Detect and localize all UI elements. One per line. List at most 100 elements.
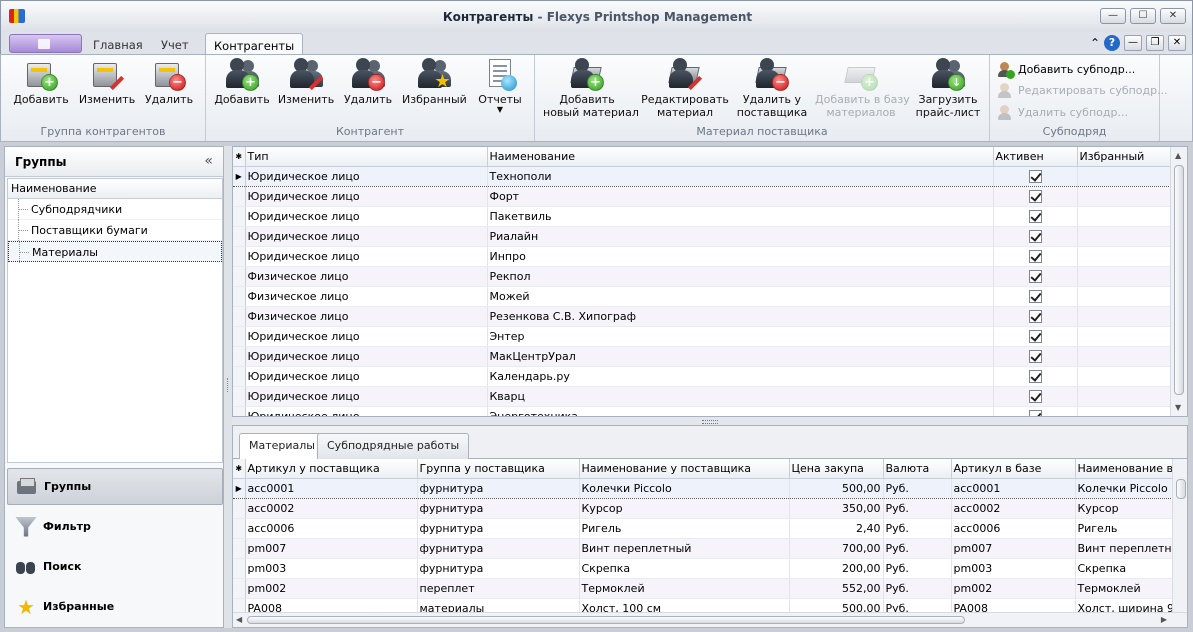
row-header[interactable] [233,226,246,247]
table-row[interactable]: acc0002 фурнитура Курсор 350,00 Руб. acc0002 К… [233,498,1187,519]
cell-supplier-group[interactable]: фурнитура [417,538,580,559]
cell-favorite[interactable] [1077,386,1172,407]
cell-name[interactable]: Рекпол [487,266,994,287]
table-row[interactable]: Юридическое лицо Календарь.ру [233,366,1172,387]
cell-type[interactable]: Юридическое лицо [245,386,488,407]
active-checkbox[interactable] [1028,249,1042,263]
cell-name[interactable]: Инпро [487,246,994,267]
materials-horizontal-scrollbar[interactable]: ◀ ▶ [233,612,1187,627]
minimize-button[interactable]: — [1100,8,1126,24]
row-header[interactable] [233,306,246,327]
cell-active[interactable] [993,165,1078,187]
cell-active[interactable] [993,286,1078,307]
edit-subcontract-button[interactable]: Редактировать субподр... [997,81,1168,99]
tab-contractors[interactable]: Контрагенты [205,33,304,56]
cell-name[interactable]: Энтер [487,326,994,347]
close-button[interactable]: ✕ [1160,8,1186,24]
row-header[interactable] [233,406,246,416]
cell-active[interactable] [993,306,1078,327]
row-header[interactable] [233,186,246,207]
cell-price[interactable]: 350,00 [789,498,884,519]
cell-supplier-name[interactable]: Колечки Piccolo [579,477,790,499]
column-header-active[interactable]: Активен [993,147,1078,167]
vertical-splitter[interactable] [224,146,232,628]
cell-type[interactable]: Физическое лицо [245,286,488,307]
row-header[interactable] [233,386,246,407]
column-header-supplier-article[interactable]: Артикул у поставщика [245,459,418,479]
cell-type[interactable]: Физическое лицо [245,266,488,287]
row-header[interactable] [233,246,246,267]
table-row[interactable]: Юридическое лицо Риалайн [233,226,1172,247]
cell-base-article[interactable]: acc0006 [951,518,1076,539]
add-subcontract-button[interactable]: Добавить субподр... [997,60,1135,79]
row-indicator-icon[interactable]: ▶ [233,165,246,187]
cell-supplier-article[interactable]: pm003 [245,558,418,579]
delete-subcontract-button[interactable]: Удалить субподр... [997,103,1128,121]
row-header[interactable] [233,538,246,559]
cell-supplier-article[interactable]: pm002 [245,578,418,599]
cell-currency[interactable]: Руб. [883,538,952,559]
load-price-list-button[interactable]: ↓ Загрузить прайс-лист [915,57,981,119]
cell-favorite[interactable] [1077,206,1172,227]
cell-base-article[interactable]: pm007 [951,538,1076,559]
row-header[interactable] [233,558,246,579]
active-checkbox[interactable] [1028,329,1042,343]
reports-dropdown-button[interactable]: Отчеты ▼ [474,57,526,114]
table-row[interactable]: ▶ acc0001 фурнитура Колечки Piccolo 500,00 Ру… [233,477,1187,499]
add-new-material-button[interactable]: + Добавить новый материал [543,57,639,119]
cell-currency[interactable]: Руб. [883,498,952,519]
cell-favorite[interactable] [1077,246,1172,267]
cell-supplier-name[interactable]: Ригель [579,518,790,539]
cell-price[interactable]: 200,00 [789,558,884,579]
add-contractor-button[interactable]: + Добавить [212,57,272,106]
cell-type[interactable]: Юридическое лицо [245,165,488,187]
tree-item-materials[interactable]: Материалы [8,241,222,263]
active-checkbox[interactable] [1028,169,1042,183]
cell-supplier-article[interactable]: acc0006 [245,518,418,539]
delete-contractor-button[interactable]: − Удалить [340,57,396,106]
help-icon[interactable]: ? [1104,35,1120,51]
table-row[interactable]: Физическое лицо Можей [233,286,1172,307]
cell-name[interactable]: Кварц [487,386,994,407]
cell-supplier-name[interactable]: Винт переплетный [579,538,790,559]
maximize-button[interactable]: ☐ [1130,8,1156,24]
edit-group-button[interactable]: Изменить [77,57,137,106]
cell-name[interactable]: Календарь.ру [487,366,994,387]
cell-currency[interactable]: Руб. [883,518,952,539]
cell-supplier-group[interactable]: фурнитура [417,518,580,539]
nav-search-button[interactable]: Поиск [7,548,223,585]
cell-active[interactable] [993,246,1078,267]
active-checkbox[interactable] [1028,289,1042,303]
row-indicator-icon[interactable]: ▶ [233,477,246,499]
cell-favorite[interactable] [1077,186,1172,207]
cell-currency[interactable]: Руб. [883,558,952,579]
collapse-panel-icon[interactable]: « [204,153,213,169]
table-row[interactable]: Юридическое лицо Форт [233,186,1172,207]
column-header-price[interactable]: Цена закупа [789,459,884,479]
cell-favorite[interactable] [1077,286,1172,307]
tab-accounting[interactable]: Учет [153,36,197,55]
row-header[interactable] [233,366,246,387]
cell-name[interactable]: Технополи [487,165,994,187]
cell-name[interactable]: МакЦентрУрал [487,346,994,367]
horizontal-splitter[interactable] [232,417,1188,425]
nav-filter-button[interactable]: Фильтр [7,508,223,545]
cell-favorite[interactable] [1077,226,1172,247]
active-checkbox[interactable] [1028,209,1042,223]
cell-active[interactable] [993,266,1078,287]
tab-subcontract-works[interactable]: Субподрядные работы [317,433,470,459]
nav-groups-button[interactable]: Группы [7,468,223,505]
cell-supplier-name[interactable]: Термоклей [579,578,790,599]
cell-price[interactable]: 2,40 [789,518,884,539]
cell-active[interactable] [993,186,1078,207]
cell-type[interactable]: Юридическое лицо [245,206,488,227]
cell-favorite[interactable] [1077,406,1172,416]
cell-name[interactable]: Резенкова С.В. Хипограф [487,306,994,327]
active-checkbox[interactable] [1028,309,1042,323]
materials-vertical-scrollbar[interactable] [1172,459,1187,614]
mdi-restore-button[interactable]: ❐ [1146,35,1164,51]
table-row[interactable]: Юридическое лицо МакЦентрУрал [233,346,1172,367]
column-header-type[interactable]: Тип [245,147,488,167]
cell-active[interactable] [993,346,1078,367]
table-row[interactable]: ▶ Юридическое лицо Технополи [233,165,1172,187]
